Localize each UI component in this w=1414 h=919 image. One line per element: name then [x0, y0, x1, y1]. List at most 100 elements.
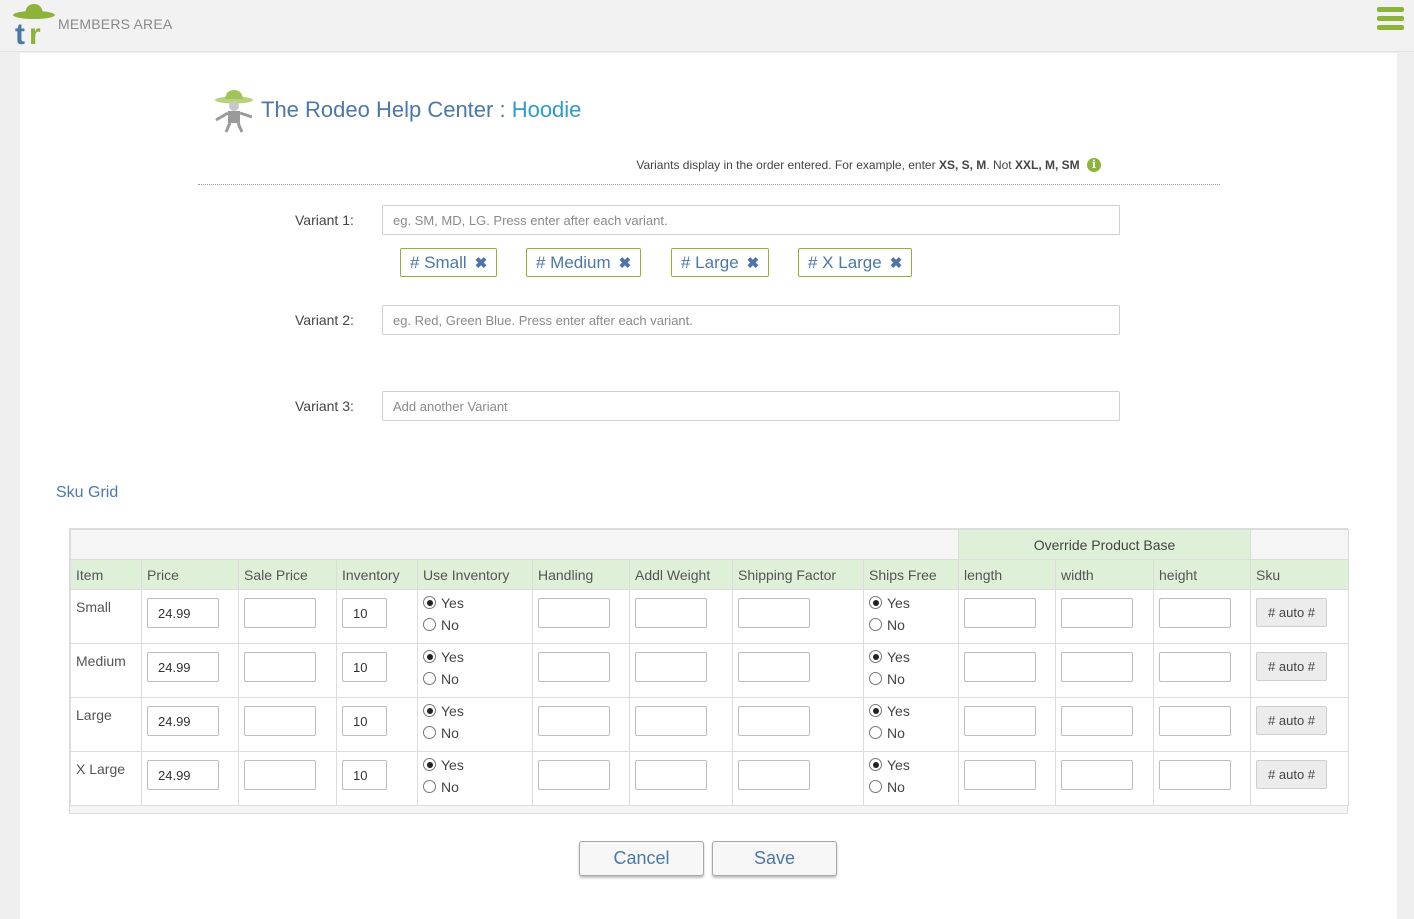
variant-2-input[interactable] — [382, 305, 1120, 335]
auto-sku-button[interactable]: # auto # — [1256, 760, 1328, 789]
sale-price-input[interactable] — [244, 706, 316, 736]
use-inventory-no[interactable]: No — [423, 670, 527, 692]
sale-price-input[interactable] — [244, 760, 316, 790]
use-inventory-yes[interactable]: Yes — [423, 648, 527, 670]
price-input[interactable] — [147, 598, 219, 628]
col-ships-free: Ships Free — [862, 559, 960, 590]
shipping-factor-input[interactable] — [738, 598, 810, 628]
top-bar: t r MEMBERS AREA — [0, 0, 1414, 52]
radio-selected-icon[interactable] — [423, 758, 436, 771]
shipping-factor-input[interactable] — [738, 706, 810, 736]
sale-price-input[interactable] — [244, 652, 316, 682]
variant-tag-large[interactable]: # Large ✖ — [671, 248, 770, 277]
handling-input[interactable] — [538, 760, 610, 790]
variant-tag-small[interactable]: # Small ✖ — [400, 248, 498, 277]
auto-sku-button[interactable]: # auto # — [1256, 652, 1328, 681]
ships-free-no[interactable]: No — [869, 724, 953, 746]
cancel-button[interactable]: Cancel — [579, 841, 704, 876]
col-shipping-factor: Shipping Factor — [732, 559, 864, 590]
auto-sku-button[interactable]: # auto # — [1256, 706, 1328, 735]
radio-unselected-icon[interactable] — [869, 726, 882, 739]
use-inventory-no[interactable]: No — [423, 616, 527, 638]
info-icon[interactable]: i — [1087, 158, 1101, 172]
inventory-input[interactable] — [342, 652, 387, 682]
auto-sku-button[interactable]: # auto # — [1256, 598, 1328, 627]
radio-unselected-icon[interactable] — [423, 618, 436, 631]
rodeo-logo-icon[interactable]: t r — [12, 2, 56, 48]
width-input[interactable] — [1061, 598, 1134, 628]
addl-weight-input[interactable] — [635, 652, 707, 682]
height-input[interactable] — [1159, 706, 1232, 736]
variant-tag-x-large[interactable]: # X Large ✖ — [798, 248, 913, 277]
width-input[interactable] — [1061, 706, 1134, 736]
price-input[interactable] — [147, 652, 219, 682]
shipping-factor-input[interactable] — [738, 760, 810, 790]
use-inventory-yes[interactable]: Yes — [423, 594, 527, 616]
height-input[interactable] — [1159, 652, 1232, 682]
inventory-input[interactable] — [342, 760, 387, 790]
ships-free-no[interactable]: No — [869, 616, 953, 638]
remove-tag-icon[interactable]: ✖ — [619, 255, 632, 272]
length-input[interactable] — [964, 760, 1037, 790]
radio-unselected-icon[interactable] — [423, 672, 436, 685]
length-input[interactable] — [964, 598, 1037, 628]
ships-free-yes[interactable]: Yes — [869, 702, 953, 724]
ships-free-no[interactable]: No — [869, 778, 953, 800]
inventory-input[interactable] — [342, 598, 387, 628]
handling-input[interactable] — [538, 598, 610, 628]
width-cell — [1055, 751, 1155, 806]
radio-unselected-icon[interactable] — [869, 672, 882, 685]
use-inventory-yes[interactable]: Yes — [423, 702, 527, 724]
price-input[interactable] — [147, 760, 219, 790]
radio-selected-icon[interactable] — [869, 596, 882, 609]
radio-unselected-icon[interactable] — [869, 618, 882, 631]
ships-free-no[interactable]: No — [869, 670, 953, 692]
radio-selected-icon[interactable] — [423, 596, 436, 609]
ships-free-cell: Yes No — [862, 643, 960, 698]
use-inventory-yes[interactable]: Yes — [423, 756, 527, 778]
handling-input[interactable] — [538, 652, 610, 682]
no-label: No — [441, 671, 459, 687]
ships-free-yes[interactable]: Yes — [869, 648, 953, 670]
price-input[interactable] — [147, 706, 219, 736]
variant-3-input[interactable] — [382, 391, 1120, 421]
page-title-product: Hoodie — [511, 97, 582, 122]
radio-selected-icon[interactable] — [869, 758, 882, 771]
width-input[interactable] — [1061, 652, 1134, 682]
use-inventory-no[interactable]: No — [423, 724, 527, 746]
length-input[interactable] — [964, 706, 1037, 736]
variant-1-input[interactable] — [382, 205, 1120, 235]
use-inventory-no[interactable]: No — [423, 778, 527, 800]
ships-free-yes[interactable]: Yes — [869, 756, 953, 778]
radio-selected-icon[interactable] — [869, 650, 882, 663]
remove-tag-icon[interactable]: ✖ — [747, 255, 760, 272]
height-input[interactable] — [1159, 760, 1232, 790]
shipping-factor-input[interactable] — [738, 652, 810, 682]
height-input[interactable] — [1159, 598, 1232, 628]
item-name: Medium — [76, 653, 126, 669]
sale-price-input[interactable] — [244, 598, 316, 628]
width-input[interactable] — [1061, 760, 1134, 790]
ships-free-yes[interactable]: Yes — [869, 594, 953, 616]
addl-weight-input[interactable] — [635, 598, 707, 628]
handling-input[interactable] — [538, 706, 610, 736]
radio-unselected-icon[interactable] — [869, 780, 882, 793]
radio-unselected-icon[interactable] — [423, 726, 436, 739]
save-button[interactable]: Save — [712, 841, 837, 876]
col-handling: Handling — [532, 559, 630, 590]
hamburger-menu-icon[interactable] — [1377, 7, 1404, 33]
radio-selected-icon[interactable] — [869, 704, 882, 717]
addl-weight-input[interactable] — [635, 760, 707, 790]
remove-tag-icon[interactable]: ✖ — [890, 255, 903, 272]
inventory-cell — [336, 643, 418, 698]
radio-unselected-icon[interactable] — [423, 780, 436, 793]
col-sale-price: Sale Price — [238, 559, 337, 590]
remove-tag-icon[interactable]: ✖ — [475, 255, 488, 272]
inventory-input[interactable] — [342, 706, 387, 736]
addl-weight-input[interactable] — [635, 706, 707, 736]
radio-selected-icon[interactable] — [423, 704, 436, 717]
length-input[interactable] — [964, 652, 1037, 682]
radio-selected-icon[interactable] — [423, 650, 436, 663]
variant-tag-medium[interactable]: # Medium ✖ — [526, 248, 642, 277]
col-inventory: Inventory — [336, 559, 418, 590]
